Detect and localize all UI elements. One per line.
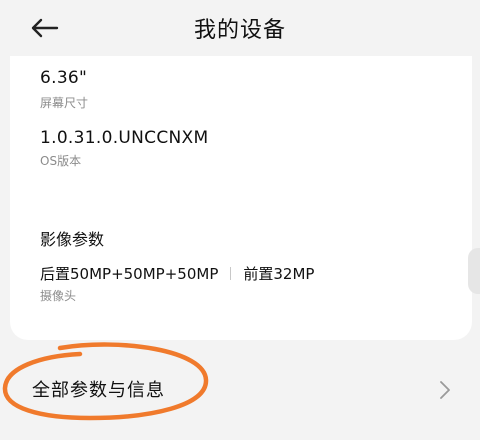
- all-params-label: 全部参数与信息: [32, 380, 165, 401]
- camera-specs-row: 后置50MP+50MP+50MP 前置32MP: [40, 263, 314, 284]
- page-title: 我的设备: [193, 18, 286, 43]
- all-params-row[interactable]: 全部参数与信息: [0, 352, 480, 426]
- camera-section-title: 影像参数: [40, 230, 105, 249]
- side-edge-handle[interactable]: [468, 248, 480, 294]
- os-version-label: OS版本: [40, 154, 82, 168]
- os-version-value: 1.0.31.0.UNCCNXM: [40, 128, 209, 148]
- app-header: 我的设备: [0, 0, 480, 56]
- rear-camera-value: 后置50MP+50MP+50MP: [40, 265, 219, 283]
- chevron-right-icon: [440, 381, 450, 399]
- front-camera-value: 前置32MP: [243, 265, 315, 283]
- screen-size-label: 屏幕尺寸: [40, 96, 89, 110]
- camera-label: 摄像头: [40, 289, 77, 303]
- divider: [230, 267, 232, 280]
- screen-size-value: 6.36": [40, 68, 88, 88]
